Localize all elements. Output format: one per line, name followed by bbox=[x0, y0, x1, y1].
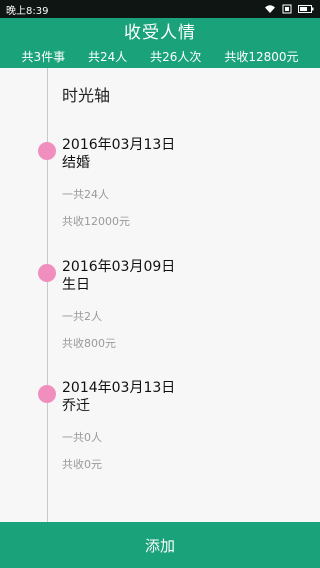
timeline-title: 时光轴 bbox=[62, 86, 111, 105]
stat-person-times: 共26人次 bbox=[150, 49, 202, 64]
event-name: 结婚 bbox=[62, 155, 90, 171]
timeline-line bbox=[47, 68, 48, 522]
stat-people: 共24人 bbox=[87, 49, 128, 64]
event-people: 一共24人 bbox=[62, 188, 109, 201]
status-bar: 晚上8:39 bbox=[0, 0, 320, 18]
status-icons bbox=[264, 4, 314, 14]
event-date: 2016年03月09日 bbox=[62, 259, 176, 275]
battery-icon bbox=[298, 4, 314, 14]
timeline-content[interactable]: 时光轴 2016年03月13日 结婚 一共24人 共收12000元 2016年0… bbox=[0, 68, 320, 522]
timeline-dot-icon bbox=[38, 385, 56, 403]
page-title: 收受人情 bbox=[124, 23, 196, 43]
status-time: 晚上8:39 bbox=[6, 5, 49, 17]
timeline-dot-icon bbox=[38, 142, 56, 160]
sim-icon bbox=[282, 4, 292, 14]
event-amount: 共收800元 bbox=[62, 337, 116, 350]
event-name: 生日 bbox=[62, 277, 90, 293]
event-amount: 共收12000元 bbox=[62, 215, 130, 228]
event-people: 一共2人 bbox=[62, 310, 102, 323]
stat-events: 共3件事 bbox=[21, 49, 66, 64]
timeline-dot-icon bbox=[38, 264, 56, 282]
header-stats: 共3件事 共24人 共26人次 共收12800元 bbox=[0, 47, 320, 65]
event-name: 乔迁 bbox=[62, 398, 90, 414]
event-date: 2016年03月13日 bbox=[62, 137, 176, 153]
event-date: 2014年03月13日 bbox=[62, 380, 176, 396]
event-amount: 共收0元 bbox=[62, 458, 102, 471]
app-header: 收受人情 共3件事 共24人 共26人次 共收12800元 bbox=[0, 18, 320, 68]
stat-total-amount: 共收12800元 bbox=[224, 49, 299, 64]
event-people: 一共0人 bbox=[62, 431, 102, 444]
wifi-icon bbox=[264, 4, 276, 14]
add-button[interactable]: 添加 bbox=[0, 522, 320, 568]
